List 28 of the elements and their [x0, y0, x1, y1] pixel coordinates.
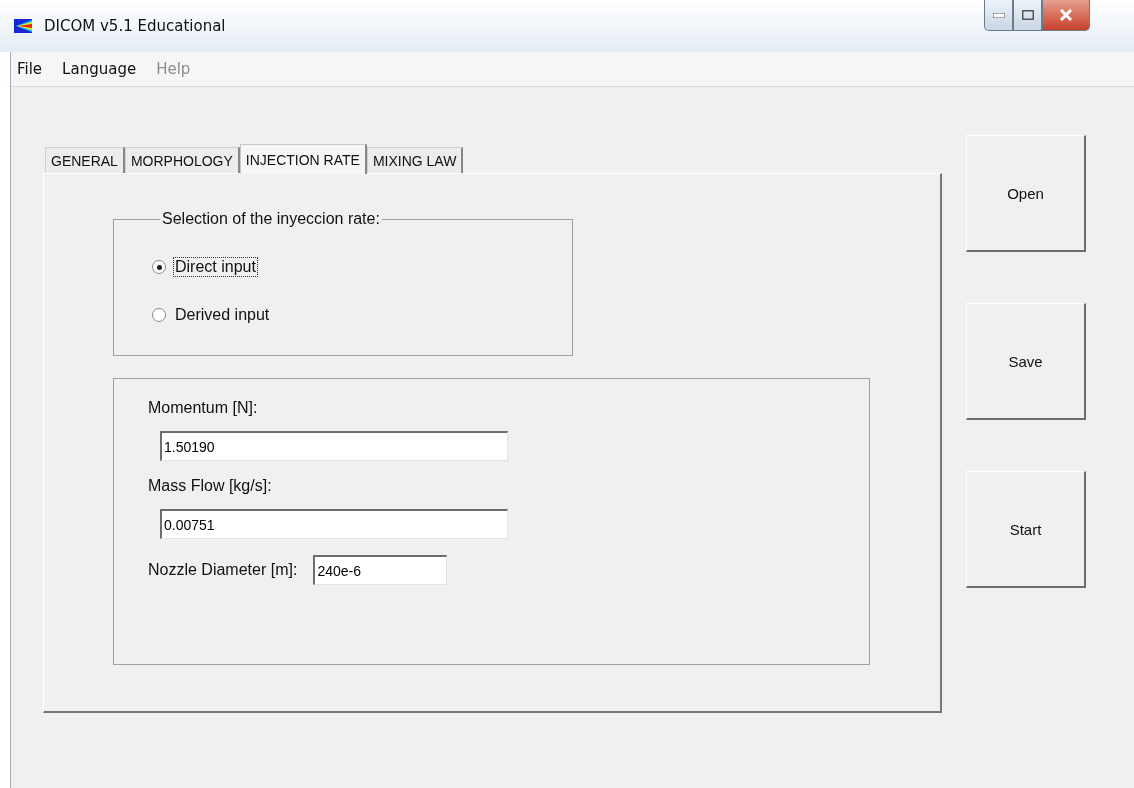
radio-label[interactable]: Derived input	[174, 306, 271, 324]
menu-item[interactable]: Language	[60, 60, 139, 78]
input-field[interactable]: 1.50190	[160, 431, 508, 461]
minimize-button[interactable]	[984, 0, 1013, 31]
window-title: DICOM v5.1 Educational	[44, 17, 226, 35]
maximize-button[interactable]	[1013, 0, 1042, 31]
action-button[interactable]: Start	[966, 471, 1086, 588]
action-button[interactable]: Save	[966, 303, 1086, 420]
field-label: Momentum [N]:	[148, 399, 259, 417]
tab[interactable]: INJECTION RATE	[239, 144, 367, 174]
tab[interactable]: MIXING LAW	[366, 147, 464, 173]
tab[interactable]: MORPHOLOGY	[124, 147, 240, 173]
app-logo-icon	[14, 19, 32, 33]
close-icon	[1059, 9, 1073, 21]
menu-item[interactable]: File	[15, 60, 45, 78]
input-field[interactable]: 0.00751	[160, 509, 508, 539]
radio-button[interactable]	[152, 260, 166, 274]
close-button[interactable]	[1042, 0, 1090, 31]
group-title: Selection of the inyeccion rate:	[161, 210, 381, 228]
radio-button[interactable]	[152, 308, 166, 322]
field-label: Mass Flow [kg/s]:	[148, 477, 273, 495]
maximize-icon	[1021, 10, 1034, 20]
field-label: Nozzle Diameter [m]:	[148, 561, 298, 579]
action-button[interactable]: Open	[966, 135, 1086, 252]
input-field[interactable]: 240e-6	[313, 555, 448, 585]
radio-label[interactable]: Direct input	[174, 258, 257, 276]
tab[interactable]: GENERAL	[45, 147, 125, 173]
minimize-icon	[992, 12, 1005, 18]
